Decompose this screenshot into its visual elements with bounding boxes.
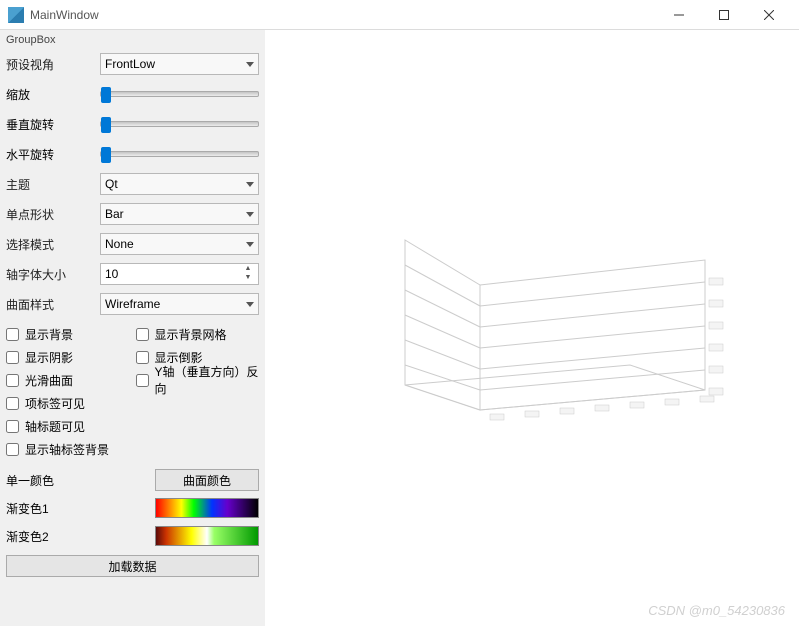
app-icon	[8, 7, 24, 23]
single-color-label: 单一颜色	[6, 472, 151, 489]
zoom-label: 缩放	[6, 86, 96, 103]
close-button[interactable]	[746, 0, 791, 30]
theme-value: Qt	[105, 177, 118, 191]
check-smooth[interactable]: 光滑曲面	[6, 370, 130, 390]
check-show-grid[interactable]: 显示背景网格	[136, 324, 260, 344]
grad1-label: 渐变色1	[6, 500, 151, 517]
load-data-button[interactable]: 加载数据	[6, 555, 259, 577]
fontsize-spinner[interactable]: 10 ▲▼	[100, 263, 259, 285]
slider-thumb[interactable]	[101, 147, 111, 163]
selectmode-label: 选择模式	[6, 236, 96, 253]
surfstyle-label: 曲面样式	[6, 296, 96, 313]
surface-color-button[interactable]: 曲面颜色	[155, 469, 259, 491]
spin-up-icon[interactable]: ▲	[242, 266, 254, 274]
selectmode-combo[interactable]: None	[100, 233, 259, 255]
surfstyle-value: Wireframe	[105, 297, 160, 311]
check-show-shadow[interactable]: 显示阴影	[6, 347, 130, 367]
window-controls	[656, 0, 791, 30]
slider-thumb[interactable]	[101, 117, 111, 133]
vrot-label: 垂直旋转	[6, 116, 96, 133]
visualization-panel: CSDN @m0_54230836	[265, 30, 799, 626]
settings-panel: GroupBox 预设视角 FrontLow 缩放 垂直旋转 水平旋转 主题 Q…	[0, 30, 265, 626]
pointshape-combo[interactable]: Bar	[100, 203, 259, 225]
fontsize-label: 轴字体大小	[6, 266, 96, 283]
check-item-label[interactable]: 项标签可见	[6, 393, 259, 413]
theme-combo[interactable]: Qt	[100, 173, 259, 195]
pointshape-label: 单点形状	[6, 206, 96, 223]
chevron-down-icon	[246, 302, 254, 307]
chevron-down-icon	[246, 62, 254, 67]
grad2-label: 渐变色2	[6, 528, 151, 545]
hrot-slider[interactable]	[100, 151, 259, 157]
pointshape-value: Bar	[105, 207, 124, 221]
window-title: MainWindow	[30, 8, 99, 22]
spin-down-icon[interactable]: ▼	[242, 275, 254, 283]
chevron-down-icon	[246, 242, 254, 247]
chevron-down-icon	[246, 212, 254, 217]
zoom-slider[interactable]	[100, 91, 259, 97]
check-yflip[interactable]: Y轴（垂直方向）反向	[136, 370, 260, 390]
chevron-down-icon	[246, 182, 254, 187]
check-show-bg[interactable]: 显示背景	[6, 324, 130, 344]
maximize-button[interactable]	[701, 0, 746, 30]
watermark: CSDN @m0_54230836	[648, 603, 785, 618]
groupbox-label: GroupBox	[6, 34, 259, 46]
preset-value: FrontLow	[105, 57, 155, 71]
preset-label: 预设视角	[6, 56, 96, 73]
gradient2-button[interactable]	[155, 526, 259, 546]
vrot-slider[interactable]	[100, 121, 259, 127]
selectmode-value: None	[105, 237, 134, 251]
window-titlebar: MainWindow	[0, 0, 799, 30]
hrot-label: 水平旋转	[6, 146, 96, 163]
check-axis-label-bg[interactable]: 显示轴标签背景	[6, 439, 259, 459]
fontsize-value: 10	[105, 267, 118, 281]
slider-thumb[interactable]	[101, 87, 111, 103]
check-axis-title[interactable]: 轴标题可见	[6, 416, 259, 436]
surface3d-view[interactable]	[385, 230, 725, 430]
surfstyle-combo[interactable]: Wireframe	[100, 293, 259, 315]
gradient1-button[interactable]	[155, 498, 259, 518]
minimize-button[interactable]	[656, 0, 701, 30]
theme-label: 主题	[6, 176, 96, 193]
preset-combo[interactable]: FrontLow	[100, 53, 259, 75]
